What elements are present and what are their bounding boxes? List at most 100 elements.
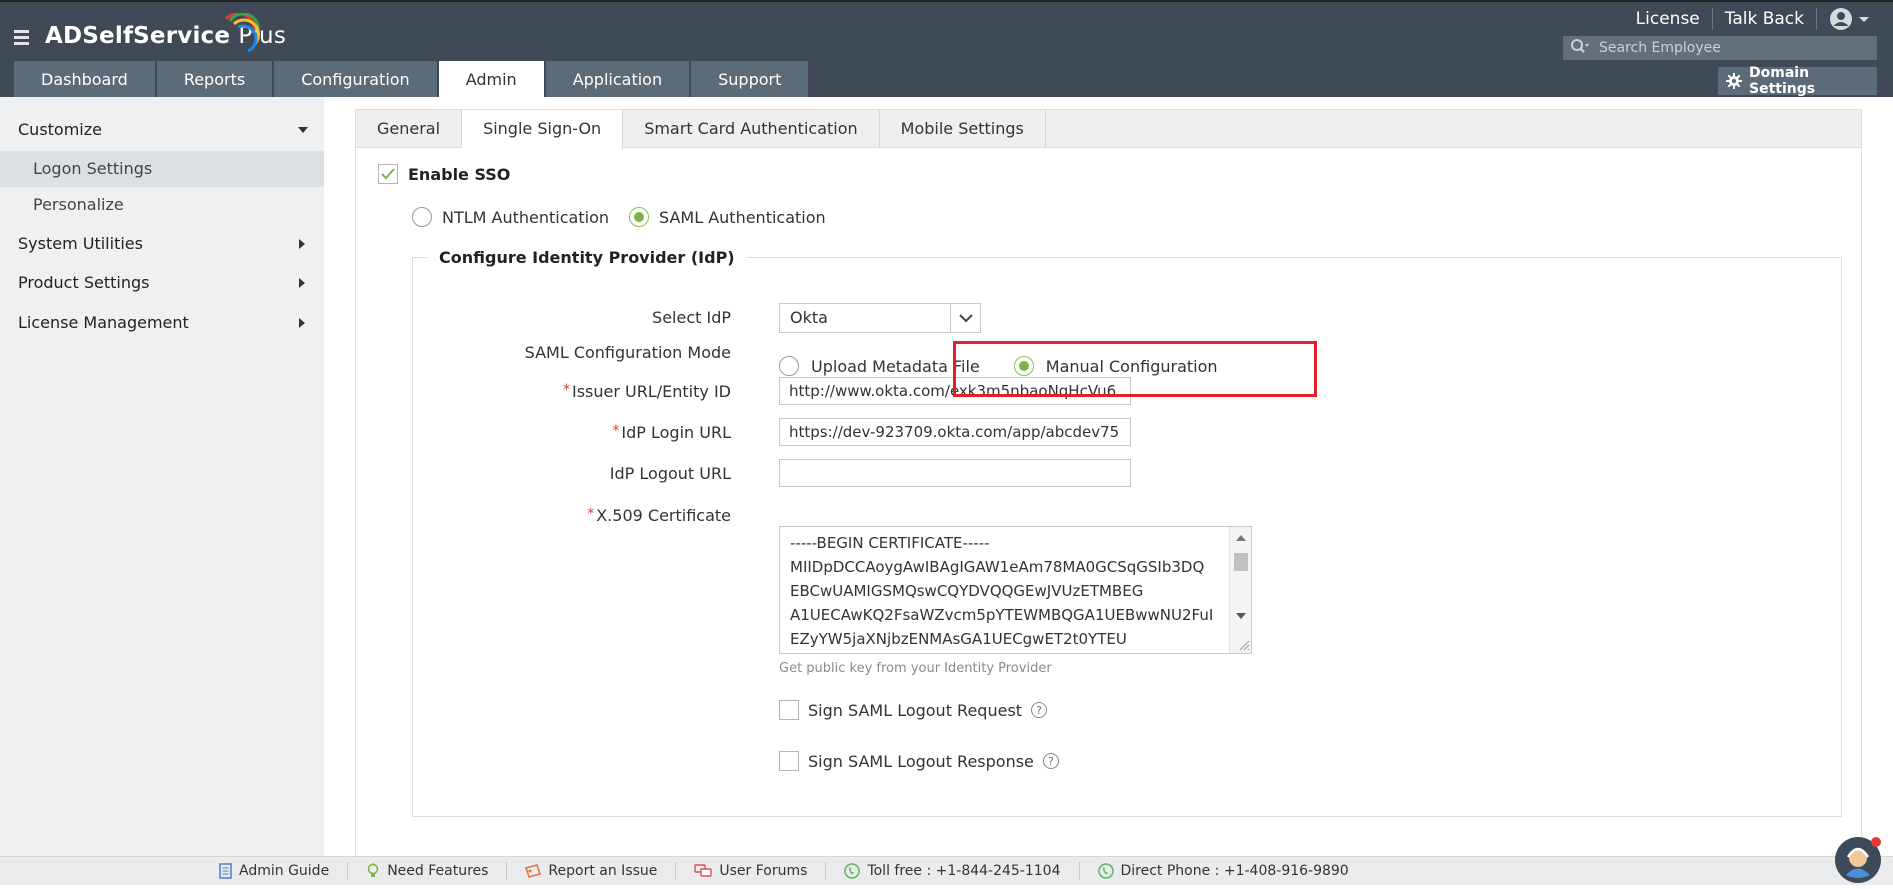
certificate-line: -----BEGIN CERTIFICATE----- (790, 534, 990, 552)
help-icon[interactable]: ? (1042, 753, 1059, 769)
x509-certificate-label-text: X.509 Certificate (596, 506, 731, 525)
checkmark-icon (381, 168, 395, 180)
license-link[interactable]: License (1624, 7, 1712, 31)
ntlm-radio[interactable] (412, 207, 432, 227)
required-marker: * (612, 423, 620, 439)
x509-certificate-textarea[interactable]: -----BEGIN CERTIFICATE----- MIIDpDCCAoyg… (779, 526, 1252, 654)
domain-settings-label: Domain Settings (1749, 65, 1816, 97)
select-idp-dropdown[interactable]: Okta (779, 303, 981, 333)
certificate-line: EZyYW5jaXNjbzENMAsGA1UECgwET2t0YTEU (790, 630, 1127, 648)
top-links: License Talk Back (1624, 7, 1871, 31)
footer-bar: Admin Guide Need Features Report an Issu… (0, 856, 1893, 885)
required-marker: * (562, 382, 570, 398)
report-issue-link[interactable]: Report an Issue (525, 862, 677, 880)
main-nav: Dashboard Reports Configuration Admin Ap… (14, 61, 810, 98)
sidebar-item-personalize[interactable]: Personalize (0, 187, 324, 223)
auth-type-row: NTLM Authentication SAML Authentication (412, 207, 846, 227)
user-forums-link[interactable]: User Forums (694, 862, 827, 880)
sidebar-group-label: System Utilities (18, 234, 143, 253)
manual-configuration-highlight (953, 341, 1317, 397)
scroll-thumb[interactable] (1234, 553, 1248, 571)
sub-tabs: General Single Sign-On Smart Card Authen… (356, 110, 1861, 149)
sign-logout-request-row: Sign SAML Logout Request ? (779, 700, 1048, 720)
tab-application[interactable]: Application (545, 61, 690, 98)
select-idp-value: Okta (790, 308, 828, 327)
admin-guide-label: Admin Guide (239, 863, 330, 879)
idp-legend: Configure Identity Provider (IdP) (427, 248, 747, 267)
tab-mobile-settings[interactable]: Mobile Settings (880, 110, 1046, 148)
sidebar: Customize Logon Settings Personalize Sys… (0, 97, 324, 856)
resize-grip-icon[interactable] (1238, 639, 1250, 651)
tab-reports[interactable]: Reports (156, 61, 273, 98)
need-features-label: Need Features (387, 863, 489, 879)
enable-sso-label: Enable SSO (408, 164, 511, 184)
sidebar-group-label: Customize (18, 120, 102, 139)
chevron-down-icon (1859, 17, 1869, 22)
direct-phone-label: Direct Phone : +1-408-916-9890 (1120, 863, 1349, 879)
ticket-icon (525, 864, 542, 878)
tab-general[interactable]: General (356, 110, 463, 148)
x509-certificate-label: * X.509 Certificate (587, 506, 731, 525)
forum-icon (694, 864, 713, 878)
certificate-text: -----BEGIN CERTIFICATE----- MIIDpDCCAoyg… (790, 531, 1213, 651)
search-icon[interactable] (1563, 38, 1597, 58)
search-input[interactable] (1597, 39, 1867, 57)
tab-support[interactable]: Support (691, 61, 809, 98)
required-marker: * (587, 506, 595, 522)
caret-down-icon (298, 126, 308, 133)
sign-logout-request-checkbox[interactable] (779, 700, 799, 720)
sidebar-group-label: License Management (18, 313, 189, 332)
user-forums-label: User Forums (719, 863, 808, 879)
caret-right-icon (299, 317, 305, 328)
caret-right-icon (299, 238, 305, 249)
sign-logout-response-row: Sign SAML Logout Response ? (779, 751, 1059, 771)
certificate-scrollbar[interactable] (1229, 527, 1251, 653)
certificate-line: EBCwUAMIGSMQswCQYDVQQGEwJVUzETMBEG (790, 582, 1144, 600)
sign-logout-response-checkbox[interactable] (779, 751, 799, 771)
user-avatar-menu[interactable] (1817, 7, 1871, 31)
gear-icon (1726, 73, 1742, 89)
sidebar-group-system-utilities[interactable]: System Utilities (18, 234, 308, 253)
report-issue-label: Report an Issue (548, 863, 658, 879)
help-icon[interactable]: ? (1031, 702, 1048, 718)
toll-free-phone: Toll free : +1-844-245-1104 (844, 862, 1080, 880)
chat-bot-icon (1835, 837, 1881, 883)
sidebar-group-product-settings[interactable]: Product Settings (18, 273, 308, 292)
domain-settings-button[interactable]: Domain Settings (1718, 65, 1877, 97)
tab-dashboard[interactable]: Dashboard (14, 61, 155, 98)
enable-sso-checkbox[interactable] (378, 164, 398, 184)
tab-admin[interactable]: Admin (438, 61, 544, 98)
upload-metadata-radio[interactable] (779, 356, 799, 376)
logo-swoosh-icon (224, 13, 260, 53)
select-idp-label: Select IdP (652, 308, 731, 327)
talk-back-link[interactable]: Talk Back (1713, 7, 1816, 31)
certificate-hint: Get public key from your Identity Provid… (779, 661, 1052, 676)
direct-phone: Direct Phone : +1-408-916-9890 (1097, 862, 1367, 880)
idp-login-url-label-text: IdP Login URL (621, 423, 731, 442)
issuer-url-label: * Issuer URL/Entity ID (563, 382, 731, 401)
phone-icon (844, 863, 861, 879)
saml-radio[interactable] (629, 207, 649, 227)
chat-bot-button[interactable] (1833, 835, 1883, 889)
admin-guide-link[interactable]: Admin Guide (219, 862, 349, 880)
idp-logout-url-input[interactable] (779, 459, 1131, 487)
sidebar-item-logon-settings[interactable]: Logon Settings (0, 151, 324, 187)
app-header: ADSelfService Plus License Talk Back Sea… (0, 0, 1893, 98)
tab-smart-card-authentication[interactable]: Smart Card Authentication (623, 110, 880, 148)
lightbulb-icon (366, 863, 380, 879)
saml-mode-label: SAML Configuration Mode (524, 343, 731, 362)
tab-configuration[interactable]: Configuration (274, 61, 437, 98)
book-icon (219, 863, 232, 879)
sidebar-group-customize[interactable]: Customize (18, 120, 308, 139)
idp-login-url-input[interactable] (779, 418, 1131, 446)
saml-label: SAML Authentication (659, 207, 826, 227)
menu-icon[interactable] (14, 30, 29, 48)
sidebar-group-label: Product Settings (18, 273, 150, 292)
need-features-link[interactable]: Need Features (366, 862, 508, 880)
settings-panel: General Single Sign-On Smart Card Authen… (355, 109, 1862, 869)
sidebar-group-license-management[interactable]: License Management (18, 313, 308, 332)
tab-single-sign-on[interactable]: Single Sign-On (462, 110, 624, 149)
sign-logout-response-label: Sign SAML Logout Response (808, 751, 1034, 771)
user-avatar-icon (1830, 8, 1852, 30)
logo-text: ADSelfService (45, 23, 231, 49)
